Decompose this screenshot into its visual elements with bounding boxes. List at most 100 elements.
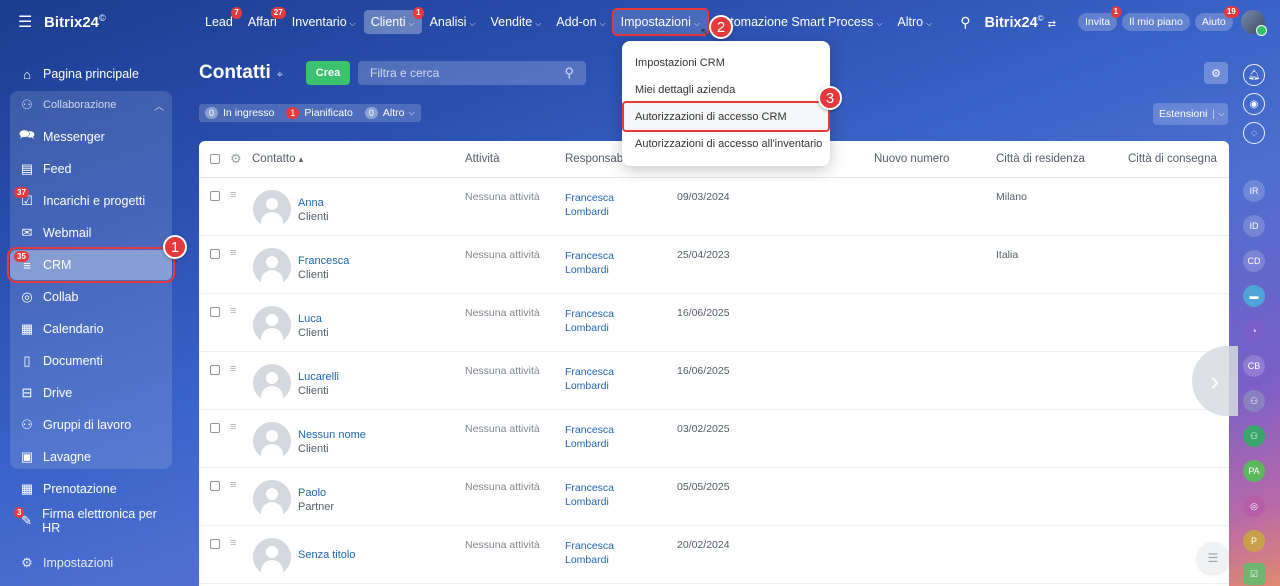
list-menu-icon[interactable]: ☰: [1197, 542, 1229, 574]
responsible-link[interactable]: Francesca: [565, 307, 614, 321]
counter-other[interactable]: 0 Altro ⌵: [358, 104, 421, 122]
counter-planned[interactable]: 1 Pianificato: [280, 104, 359, 122]
responsible-link[interactable]: Francesca: [565, 365, 614, 379]
rail-avatar-ir[interactable]: IR: [1243, 180, 1265, 202]
row-checkbox[interactable]: [210, 481, 220, 491]
sidebar-item-messenger[interactable]: 🗪 Messenger: [10, 122, 172, 152]
sidebar-item-settings[interactable]: ⚙ Impostazioni: [10, 548, 172, 578]
rail-group-icon[interactable]: ⚇: [1243, 390, 1265, 412]
responsible-link[interactable]: Francesca: [565, 249, 614, 263]
nav-inventory[interactable]: Inventario ⌵: [285, 10, 363, 34]
sidebar-item-crm[interactable]: ≡ 35 CRM: [7, 247, 175, 283]
list-settings-gear-icon[interactable]: ⚙: [1204, 62, 1228, 84]
invite-button[interactable]: Invita 1: [1078, 6, 1122, 31]
signal-icon[interactable]: ◉: [1243, 93, 1265, 115]
responsible-link[interactable]: Francesca: [565, 423, 614, 437]
sidebar-item-booking[interactable]: ▦ Prenotazione: [10, 474, 172, 504]
responsible-link[interactable]: Lombardi: [565, 205, 614, 219]
sidebar-group-collab[interactable]: ⚇ Collaborazione ︿: [10, 90, 172, 120]
responsible-link[interactable]: Lombardi: [565, 379, 614, 393]
contact-name-link[interactable]: Senza titolo: [298, 548, 355, 562]
rail-avatar-pa[interactable]: PA: [1243, 460, 1265, 482]
sidebar-item-tasks[interactable]: ☑ 37 Incarichi e progetti: [10, 186, 172, 216]
activity-cell[interactable]: Nessuna attività: [465, 249, 540, 261]
drag-handle-icon[interactable]: ≡: [230, 537, 236, 549]
responsible-link[interactable]: Lombardi: [565, 553, 614, 567]
contact-name-link[interactable]: Lucarelli: [298, 370, 339, 384]
row-checkbox[interactable]: [210, 365, 220, 375]
sidebar-item-drive[interactable]: ⊟ Drive: [10, 378, 172, 408]
row-checkbox[interactable]: [210, 539, 220, 549]
table-row[interactable]: ≡ Lucarelli Clienti Nessuna attività Fran…: [199, 352, 1229, 410]
extensions-button[interactable]: Estensioni ⌵: [1153, 103, 1228, 125]
nav-analytics[interactable]: Analisi ⌵: [423, 10, 483, 34]
rail-ring-icon[interactable]: ◎: [1243, 495, 1265, 517]
responsible-link[interactable]: Francesca: [565, 539, 614, 553]
search-input[interactable]: Filtra e cerca ⚲: [358, 61, 586, 85]
create-button[interactable]: Crea: [306, 61, 350, 85]
responsible-link[interactable]: Francesca: [565, 191, 614, 205]
pin-icon[interactable]: ⌖: [277, 69, 283, 81]
responsible-link[interactable]: Francesca: [565, 481, 614, 495]
activity-cell[interactable]: Nessuna attività: [465, 191, 540, 203]
nav-customers[interactable]: Clienti ⌵ 1: [363, 7, 424, 34]
activity-cell[interactable]: Nessuna attività: [465, 365, 540, 377]
activity-cell[interactable]: Nessuna attività: [465, 539, 540, 551]
nav-sales[interactable]: Vendite ⌵: [483, 10, 548, 34]
chat-bubble-icon[interactable]: ◌: [1243, 122, 1265, 144]
contact-name-link[interactable]: Nessun nome: [298, 428, 366, 442]
table-row[interactable]: ≡ Paolo Partner Nessuna attività Francesc…: [199, 468, 1229, 526]
row-checkbox[interactable]: [210, 423, 220, 433]
column-settings-gear-icon[interactable]: ⚙: [230, 151, 242, 167]
nav-lead[interactable]: Lead 7: [198, 7, 242, 34]
responsible-link[interactable]: Lombardi: [565, 263, 614, 277]
nav-deals[interactable]: Affari 27: [241, 7, 286, 34]
user-avatar[interactable]: [1240, 10, 1267, 36]
menu-item-crm-settings[interactable]: Impostazioni CRM: [622, 49, 830, 76]
responsible-link[interactable]: Lombardi: [565, 437, 614, 451]
drag-handle-icon[interactable]: ≡: [230, 479, 236, 491]
sidebar-item-collab[interactable]: ◎ Collab: [10, 282, 172, 312]
activity-cell[interactable]: Nessuna attività: [465, 481, 540, 493]
row-checkbox[interactable]: [210, 191, 220, 201]
bell-icon[interactable]: 🔔︎: [1243, 64, 1265, 86]
column-city[interactable]: Città di residenza: [996, 153, 1085, 165]
responsible-link[interactable]: Lombardi: [565, 321, 614, 335]
table-row[interactable]: ≡ Nessun nome Clienti Nessuna attività Fr…: [199, 410, 1229, 468]
my-plan-button[interactable]: Il mio piano: [1122, 13, 1190, 31]
rail-avatar-id[interactable]: ID: [1243, 215, 1265, 237]
drag-handle-icon[interactable]: ≡: [230, 363, 236, 375]
sidebar-item-webmail[interactable]: ✉ Webmail: [10, 218, 172, 248]
nav-more[interactable]: Altro ⌵: [890, 10, 939, 34]
responsible-link[interactable]: Lombardi: [565, 495, 614, 509]
table-row[interactable]: ≡ Francesca Clienti Nessuna attività Fran…: [199, 236, 1229, 294]
help-button[interactable]: Aiuto 19: [1194, 6, 1239, 31]
activity-cell[interactable]: Nessuna attività: [465, 307, 540, 319]
contact-name-link[interactable]: Francesca: [298, 254, 349, 268]
drag-handle-icon[interactable]: ≡: [230, 189, 236, 201]
contact-name-link[interactable]: Anna: [298, 196, 329, 210]
menu-item-company-details[interactable]: Miei dettagli azienda: [622, 76, 830, 103]
rail-chat-icon[interactable]: ▬: [1243, 285, 1265, 307]
rail-avatar-cd[interactable]: CD: [1243, 250, 1265, 272]
sidebar-item-calendar[interactable]: ▦ Calendario: [10, 314, 172, 344]
row-checkbox[interactable]: [210, 307, 220, 317]
sidebar-item-home[interactable]: ⌂ Pagina principale: [10, 59, 172, 89]
nav-addon[interactable]: Add-on ⌵: [549, 10, 612, 34]
row-checkbox[interactable]: [210, 249, 220, 259]
table-row[interactable]: ≡ Anna Clienti Nessuna attività Francesca…: [199, 178, 1229, 236]
sidebar-item-feed[interactable]: ▤ Feed: [10, 154, 172, 184]
rail-group-green-icon[interactable]: ⚇: [1243, 425, 1265, 447]
column-delivery-city[interactable]: Città di consegna: [1128, 153, 1217, 165]
sidebar-item-workgroups[interactable]: ⚇ Gruppi di lavoro: [10, 410, 172, 440]
contact-name-link[interactable]: Luca: [298, 312, 329, 326]
drag-handle-icon[interactable]: ≡: [230, 305, 236, 317]
column-contact[interactable]: Contatto ▴: [252, 153, 303, 165]
menu-burger-icon[interactable]: ☰: [18, 12, 42, 32]
activity-cell[interactable]: Nessuna attività: [465, 423, 540, 435]
table-row[interactable]: ≡ Luca Clienti Nessuna attività Francesca…: [199, 294, 1229, 352]
sidebar-item-boards[interactable]: ▣ Lavagne: [10, 442, 172, 472]
contact-name-link[interactable]: Paolo: [298, 486, 334, 500]
column-new-number[interactable]: Nuovo numero: [874, 153, 949, 165]
rail-tasks-icon[interactable]: ☑: [1243, 563, 1265, 585]
